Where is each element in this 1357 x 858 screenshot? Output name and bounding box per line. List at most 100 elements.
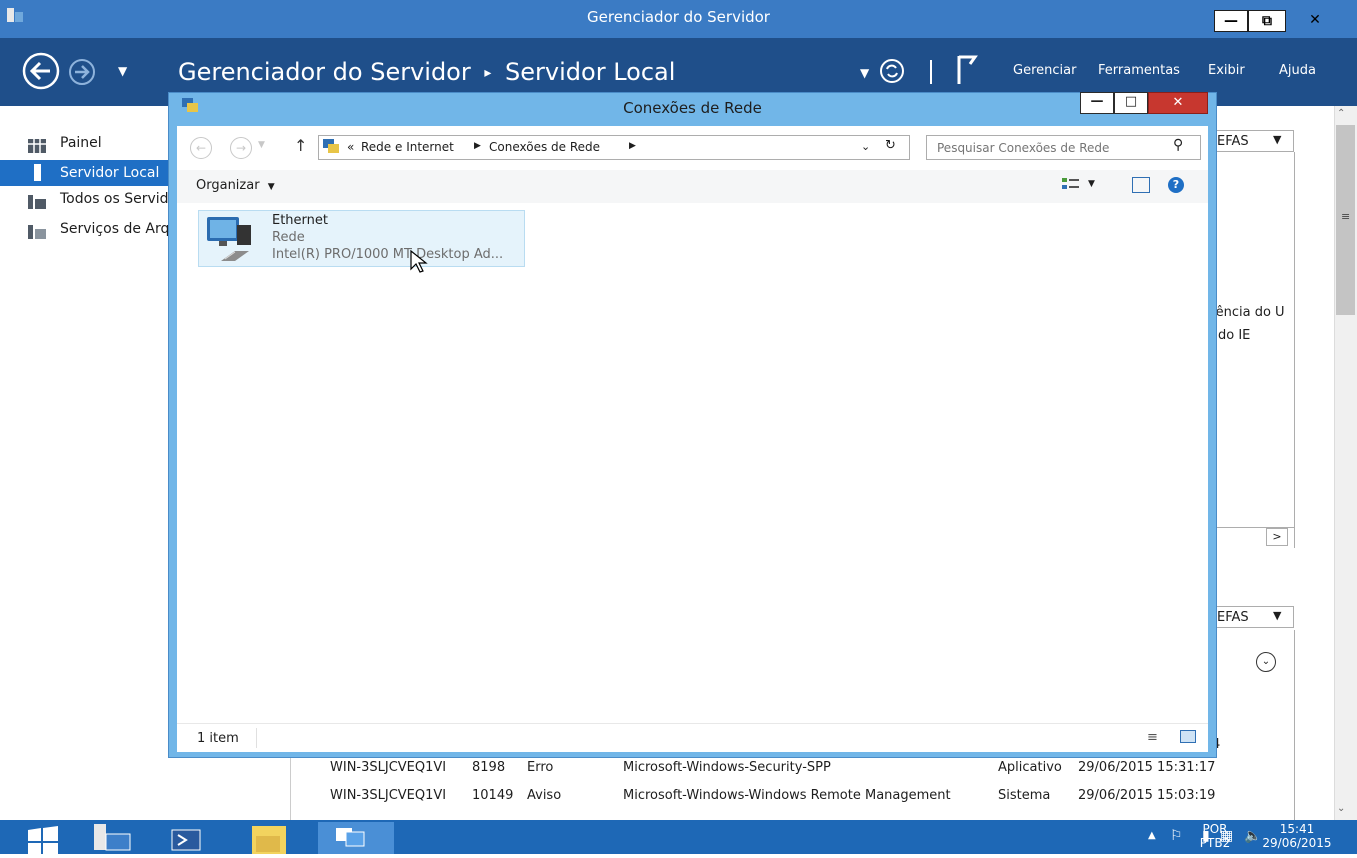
- adapter-device: Intel(R) PRO/1000 MT Desktop Ad...: [272, 247, 504, 262]
- servers-icon: [28, 192, 46, 209]
- menu-exibir[interactable]: Exibir: [1208, 63, 1245, 78]
- forward-arrow-icon: →: [235, 141, 247, 155]
- view-options-icon: [1062, 178, 1079, 189]
- search-box[interactable]: ⚲: [926, 135, 1201, 160]
- sidebar-item-servidor-local[interactable]: Servidor Local: [0, 160, 170, 186]
- event-date: 29/06/2015 15:03:19: [1078, 788, 1216, 803]
- close-button[interactable]: ✕: [1290, 10, 1340, 32]
- explorer-minimize-button[interactable]: —: [1080, 92, 1114, 114]
- breadcrumb-dropdown-icon[interactable]: ▼: [860, 66, 869, 80]
- restore-button[interactable]: ⧉: [1248, 10, 1286, 32]
- address-overflow[interactable]: «: [347, 140, 354, 154]
- event-source: Microsoft-Windows-Windows Remote Managem…: [623, 788, 951, 803]
- sidebar-item-servicos-arquivo[interactable]: Serviços de Arquivo e Armazenamento: [0, 216, 170, 242]
- menu-gerenciar[interactable]: Gerenciar: [1013, 63, 1076, 78]
- breadcrumb-current: Servidor Local: [505, 58, 676, 86]
- scroll-down-icon[interactable]: ⌄: [1337, 803, 1345, 814]
- tasks-dropdown-2[interactable]: EFAS ▼: [1210, 606, 1294, 628]
- address-dropdown-icon[interactable]: ⌄: [861, 140, 870, 153]
- taskbar-file-explorer[interactable]: [230, 822, 306, 854]
- action-center-flag-icon[interactable]: ⚐: [1170, 828, 1183, 844]
- network-folder-icon: [323, 139, 341, 155]
- keyboard-layout: PTB2: [1199, 836, 1231, 850]
- back-arrow-icon: [22, 52, 60, 90]
- explorer-title: Conexões de Rede: [623, 99, 762, 117]
- server-icon: [34, 164, 42, 182]
- header-divider: [930, 60, 932, 84]
- notifications-flag-button[interactable]: [956, 54, 980, 86]
- taskbar-server-manager[interactable]: [84, 822, 146, 854]
- clock[interactable]: 15:41 29/06/2015: [1244, 822, 1350, 850]
- input-language[interactable]: POR PTB2: [1196, 822, 1234, 850]
- ie-text: do IE: [1218, 328, 1251, 343]
- forward-arrow-icon: [69, 59, 95, 85]
- expand-circle-icon[interactable]: ⌄: [1256, 652, 1276, 672]
- explorer-back-button[interactable]: ←: [190, 137, 212, 159]
- close-icon: ✕: [1309, 12, 1321, 28]
- search-icon[interactable]: ⚲: [1173, 137, 1183, 153]
- organize-button[interactable]: Organizar ▼: [196, 178, 275, 193]
- ethernet-adapter-icon: [203, 215, 257, 263]
- table-row[interactable]: WIN-3SLJCVEQ1VI 10149 Aviso Microsoft-Wi…: [290, 788, 1215, 812]
- back-button[interactable]: [20, 50, 64, 94]
- help-icon[interactable]: ?: [1168, 177, 1184, 193]
- chevron-down-icon: ▼: [267, 182, 275, 192]
- chevron-down-icon: ▼: [1273, 133, 1282, 146]
- address-bar[interactable]: « Rede e Internet ▶ Conexões de Rede ▶ ⌄…: [318, 135, 910, 160]
- explorer-maximize-button[interactable]: □: [1114, 92, 1148, 114]
- menu-ajuda[interactable]: Ajuda: [1279, 63, 1316, 78]
- forward-button[interactable]: [66, 56, 100, 90]
- event-log: Aplicativo: [998, 760, 1062, 775]
- chevron-right-icon[interactable]: ▶: [629, 141, 636, 151]
- windows-logo-icon: [28, 826, 58, 858]
- explorer-close-button[interactable]: ✕: [1148, 92, 1208, 114]
- sidebar-item-painel[interactable]: Painel: [0, 130, 170, 156]
- search-input[interactable]: [935, 138, 1164, 158]
- chevron-down-icon: ▼: [1273, 609, 1282, 622]
- tasks-dropdown[interactable]: EFAS ▼: [1210, 130, 1294, 152]
- preview-pane-icon[interactable]: [1132, 177, 1150, 193]
- history-dropdown-icon[interactable]: ▼: [118, 64, 127, 78]
- menu-ferramentas[interactable]: Ferramentas: [1098, 63, 1180, 78]
- network-adapter-ethernet[interactable]: Ethernet Rede Intel(R) PRO/1000 MT Deskt…: [198, 210, 525, 267]
- refresh-button[interactable]: [878, 56, 908, 86]
- table-row[interactable]: WIN-3SLJCVEQ1VI 8198 Erro Microsoft-Wind…: [290, 760, 1215, 784]
- recent-locations-icon[interactable]: ▼: [258, 140, 265, 150]
- explorer-forward-button[interactable]: →: [230, 137, 252, 159]
- language-code: POR: [1202, 822, 1228, 836]
- show-hidden-icons[interactable]: ▲: [1148, 830, 1156, 841]
- adapter-name: Ethernet: [272, 213, 328, 228]
- mouse-cursor-icon: [410, 249, 430, 274]
- taskbar-network-connections[interactable]: [318, 822, 394, 854]
- address-segment-conexoes[interactable]: Conexões de Rede: [489, 140, 600, 154]
- minimize-button[interactable]: —: [1214, 10, 1248, 32]
- scroll-right-icon[interactable]: >: [1266, 528, 1288, 546]
- chevron-right-icon[interactable]: ▶: [474, 141, 481, 151]
- adapter-network: Rede: [272, 230, 305, 245]
- panel-border-2: [1294, 630, 1295, 820]
- up-arrow-icon[interactable]: ↑: [294, 136, 307, 155]
- file-services-icon: [28, 222, 46, 239]
- sidebar-item-todos-servidores[interactable]: Todos os Servidores: [0, 186, 170, 212]
- server-manager-icon: [94, 824, 131, 851]
- large-icons-view-icon[interactable]: [1180, 730, 1196, 743]
- taskbar-powershell[interactable]: [150, 822, 226, 854]
- sidebar-item-label: Todos os Servidores: [60, 191, 170, 207]
- sidebar-item-label: Painel: [60, 135, 102, 151]
- item-count: 1 item: [197, 731, 239, 746]
- details-view-icon[interactable]: ≡: [1147, 730, 1158, 745]
- close-icon: ✕: [1172, 95, 1184, 110]
- organize-label: Organizar: [196, 178, 260, 193]
- panel-border: [1294, 152, 1295, 548]
- change-view-button[interactable]: [1062, 177, 1080, 193]
- event-server: WIN-3SLJCVEQ1VI: [330, 760, 447, 775]
- view-dropdown-icon[interactable]: ▼: [1088, 179, 1095, 189]
- refresh-icon[interactable]: ↻: [885, 138, 896, 153]
- scroll-up-icon[interactable]: ⌃: [1337, 108, 1345, 119]
- breadcrumb-root[interactable]: Gerenciador do Servidor: [178, 58, 471, 86]
- ie-enhanced-security-text: iência do U: [1212, 305, 1285, 320]
- window-title: Gerenciador do Servidor: [587, 8, 770, 26]
- address-segment-rede-internet[interactable]: Rede e Internet: [361, 140, 454, 154]
- back-arrow-icon: ←: [195, 141, 207, 155]
- start-button[interactable]: [4, 822, 80, 858]
